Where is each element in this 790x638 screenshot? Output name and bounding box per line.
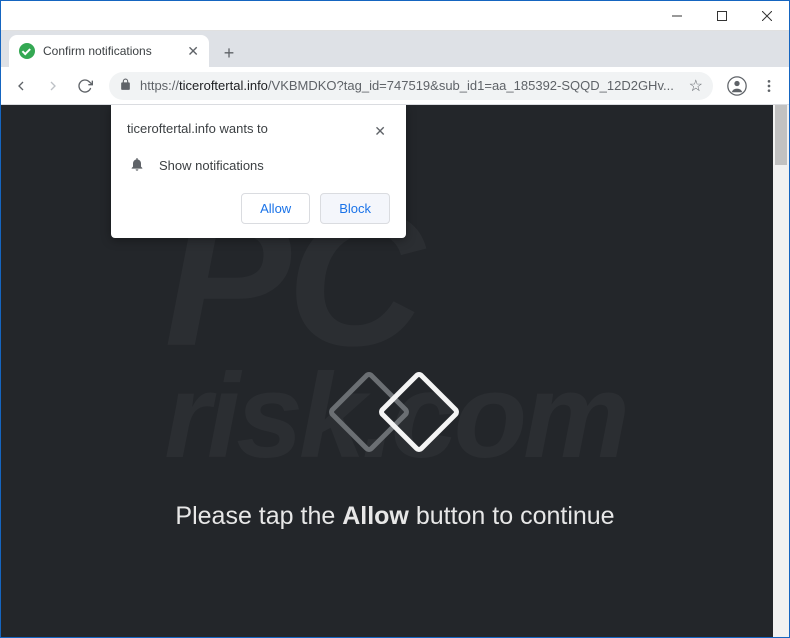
url-host: ticeroftertal.info [179, 78, 268, 93]
url-text: https://ticeroftertal.info/VKBMDKO?tag_i… [140, 78, 681, 93]
close-prompt-icon[interactable]: ✕ [370, 121, 390, 142]
back-button[interactable] [7, 72, 35, 100]
tab-title: Confirm notifications [43, 44, 179, 58]
bell-icon [129, 156, 145, 175]
browser-toolbar: https://ticeroftertal.info/VKBMDKO?tag_i… [1, 67, 789, 105]
window-titlebar [1, 1, 789, 31]
notification-permission-prompt: ticeroftertal.info wants to ✕ Show notif… [111, 105, 406, 238]
allow-button[interactable]: Allow [241, 193, 310, 224]
lock-icon [119, 78, 132, 94]
tab-strip: Confirm notifications ✕ + [1, 31, 789, 67]
block-button[interactable]: Block [320, 193, 390, 224]
loading-diamonds-icon [315, 372, 475, 452]
permission-label: Show notifications [159, 158, 264, 173]
vertical-scrollbar[interactable] [773, 105, 789, 637]
address-bar[interactable]: https://ticeroftertal.info/VKBMDKO?tag_i… [109, 72, 713, 100]
bookmark-star-icon[interactable]: ☆ [689, 76, 703, 96]
new-tab-button[interactable]: + [215, 39, 243, 67]
prompt-origin-text: ticeroftertal.info wants to [127, 121, 268, 136]
prompt-actions: Allow Block [127, 193, 390, 224]
page-viewport: PC risk.com Please tap the Allow button … [1, 105, 789, 637]
instruction-message: Please tap the Allow button to continue [175, 502, 614, 531]
profile-avatar-icon[interactable] [723, 72, 751, 100]
msg-prefix: Please tap the [175, 502, 342, 530]
browser-tab[interactable]: Confirm notifications ✕ [9, 35, 209, 67]
window-controls [654, 1, 789, 30]
minimize-button[interactable] [654, 1, 699, 30]
prompt-body: Show notifications [127, 156, 390, 175]
url-path: /VKBMDKO?tag_id=747519&sub_id1=aa_185392… [268, 78, 674, 93]
reload-button[interactable] [71, 72, 99, 100]
scrollbar-thumb[interactable] [775, 105, 787, 165]
maximize-button[interactable] [699, 1, 744, 30]
forward-button[interactable] [39, 72, 67, 100]
prompt-header: ticeroftertal.info wants to ✕ [127, 121, 390, 142]
browser-window: Confirm notifications ✕ + https://ticero… [0, 0, 790, 638]
msg-suffix: button to continue [409, 502, 615, 530]
close-window-button[interactable] [744, 1, 789, 30]
favicon-checkmark-icon [19, 43, 35, 59]
msg-bold: Allow [342, 502, 409, 530]
kebab-menu-icon[interactable] [755, 72, 783, 100]
url-scheme: https:// [140, 78, 179, 93]
close-tab-icon[interactable]: ✕ [187, 44, 199, 58]
